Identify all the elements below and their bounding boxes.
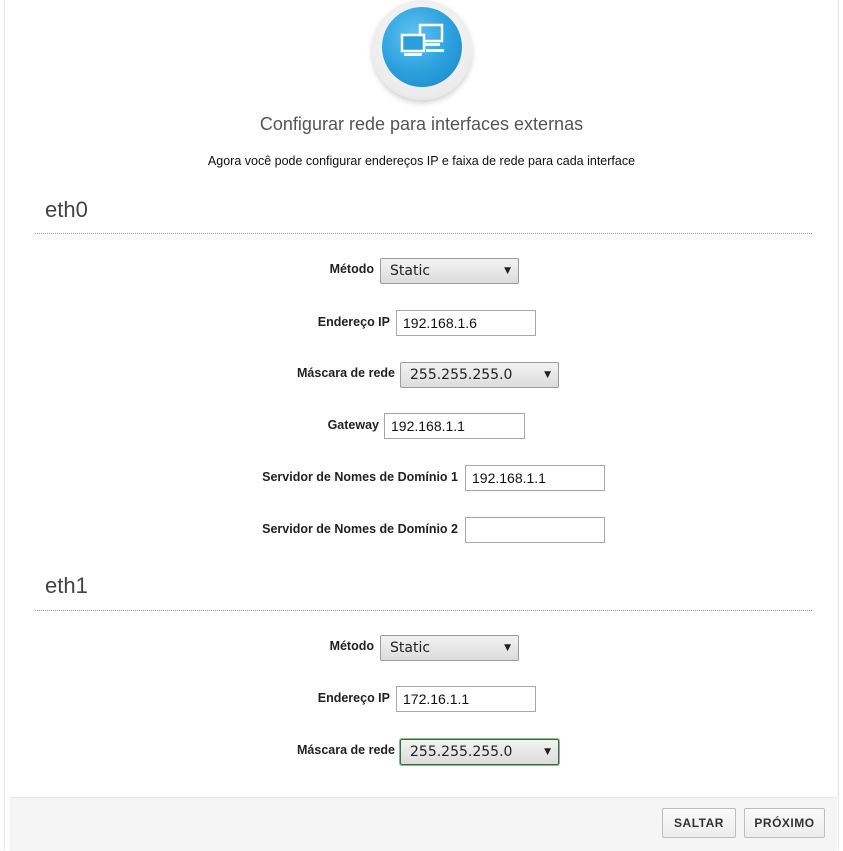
eth0-method-value: Static — [390, 263, 431, 279]
chevron-down-icon: ▼ — [504, 643, 511, 653]
eth1-netmask-select[interactable]: 255.255.255.0 ▼ — [400, 739, 559, 765]
eth1-netmask-value: 255.255.255.0 — [410, 744, 513, 760]
netmask-label: Máscara de rede — [297, 366, 395, 380]
dns1-label: Servidor de Nomes de Domínio 1 — [262, 470, 458, 484]
section-title-eth0: eth0 — [45, 197, 88, 222]
ip-label: Endereço IP — [317, 691, 390, 705]
ip-label: Endereço IP — [317, 315, 390, 329]
method-label: Método — [329, 639, 374, 653]
eth1-method-value: Static — [390, 640, 431, 656]
eth0-gateway-input[interactable] — [384, 413, 525, 439]
eth1-method-select[interactable]: Static ▼ — [380, 635, 519, 661]
eth0-dns2-input[interactable] — [465, 517, 605, 543]
next-button[interactable]: PRÓXIMO — [744, 808, 825, 838]
netmask-label: Máscara de rede — [297, 743, 395, 757]
eth1-ip-input[interactable] — [396, 686, 536, 712]
dns2-label: Servidor de Nomes de Domínio 2 — [262, 522, 458, 536]
page-title: Configurar rede para interfaces externas — [259, 114, 584, 134]
eth0-method-select[interactable]: Static ▼ — [380, 258, 519, 284]
method-label: Método — [329, 262, 374, 276]
chevron-down-icon: ▼ — [504, 266, 511, 276]
section-title-eth1: eth1 — [45, 573, 88, 598]
section-divider — [35, 233, 812, 234]
eth0-netmask-value: 255.255.255.0 — [410, 367, 513, 383]
page-subtitle: Agora você pode configurar endereços IP … — [207, 154, 636, 168]
chevron-down-icon: ▼ — [544, 370, 551, 380]
skip-button[interactable]: SALTAR — [662, 808, 736, 838]
chevron-down-icon: ▼ — [544, 747, 551, 757]
eth0-dns1-input[interactable] — [465, 465, 605, 491]
section-divider — [35, 610, 812, 611]
gateway-label: Gateway — [327, 418, 379, 432]
network-computers-icon — [382, 7, 462, 87]
eth0-netmask-select[interactable]: 255.255.255.0 ▼ — [400, 362, 559, 388]
logo — [372, 0, 472, 100]
eth0-ip-input[interactable] — [396, 310, 536, 336]
